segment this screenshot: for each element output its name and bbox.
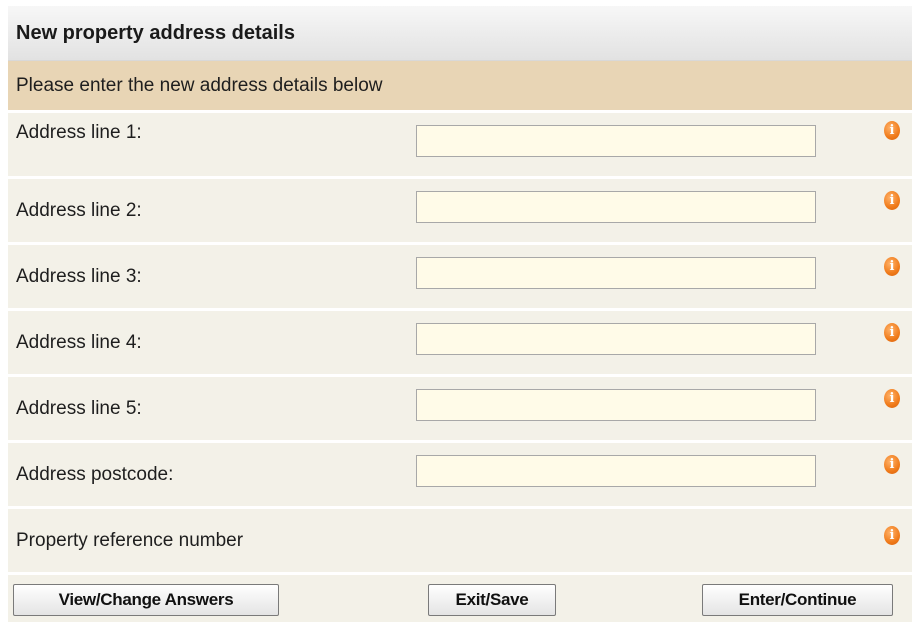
enter-continue-button[interactable]: Enter/Continue bbox=[702, 584, 893, 616]
address-postcode-row: Address postcode: i bbox=[8, 440, 912, 506]
address-line-4-label: Address line 4: bbox=[16, 331, 142, 353]
address-details-panel: New property address details Please ente… bbox=[8, 6, 912, 622]
exit-save-button[interactable]: Exit/Save bbox=[428, 584, 556, 616]
address-line-5-input[interactable] bbox=[416, 389, 816, 421]
address-line-2-row: Address line 2: i bbox=[8, 176, 912, 242]
info-icon[interactable]: i bbox=[884, 121, 900, 140]
address-line-2-label: Address line 2: bbox=[16, 199, 142, 221]
info-icon[interactable]: i bbox=[884, 323, 900, 342]
address-line-4-row: Address line 4: i bbox=[8, 308, 912, 374]
info-icon[interactable]: i bbox=[884, 389, 900, 408]
address-line-3-label: Address line 3: bbox=[16, 265, 142, 287]
info-icon[interactable]: i bbox=[884, 455, 900, 474]
address-line-5-label: Address line 5: bbox=[16, 397, 142, 419]
address-line-3-input[interactable] bbox=[416, 257, 816, 289]
property-reference-row: Property reference number i bbox=[8, 506, 912, 572]
instruction-text: Please enter the new address details bel… bbox=[8, 61, 912, 110]
address-postcode-input[interactable] bbox=[416, 455, 816, 487]
info-icon[interactable]: i bbox=[884, 191, 900, 210]
address-line-5-row: Address line 5: i bbox=[8, 374, 912, 440]
address-line-3-row: Address line 3: i bbox=[8, 242, 912, 308]
info-icon[interactable]: i bbox=[884, 257, 900, 276]
address-line-2-input[interactable] bbox=[416, 191, 816, 223]
button-bar: View/Change Answers Exit/Save Enter/Cont… bbox=[8, 572, 912, 622]
address-postcode-label: Address postcode: bbox=[16, 463, 174, 485]
address-line-1-row: Address line 1: i bbox=[8, 110, 912, 176]
panel-title: New property address details bbox=[8, 6, 912, 61]
property-reference-label: Property reference number bbox=[16, 529, 244, 551]
address-line-1-input[interactable] bbox=[416, 125, 816, 157]
info-icon[interactable]: i bbox=[884, 526, 900, 545]
view-change-answers-button[interactable]: View/Change Answers bbox=[13, 584, 279, 616]
address-line-4-input[interactable] bbox=[416, 323, 816, 355]
address-line-1-label: Address line 1: bbox=[16, 121, 142, 143]
